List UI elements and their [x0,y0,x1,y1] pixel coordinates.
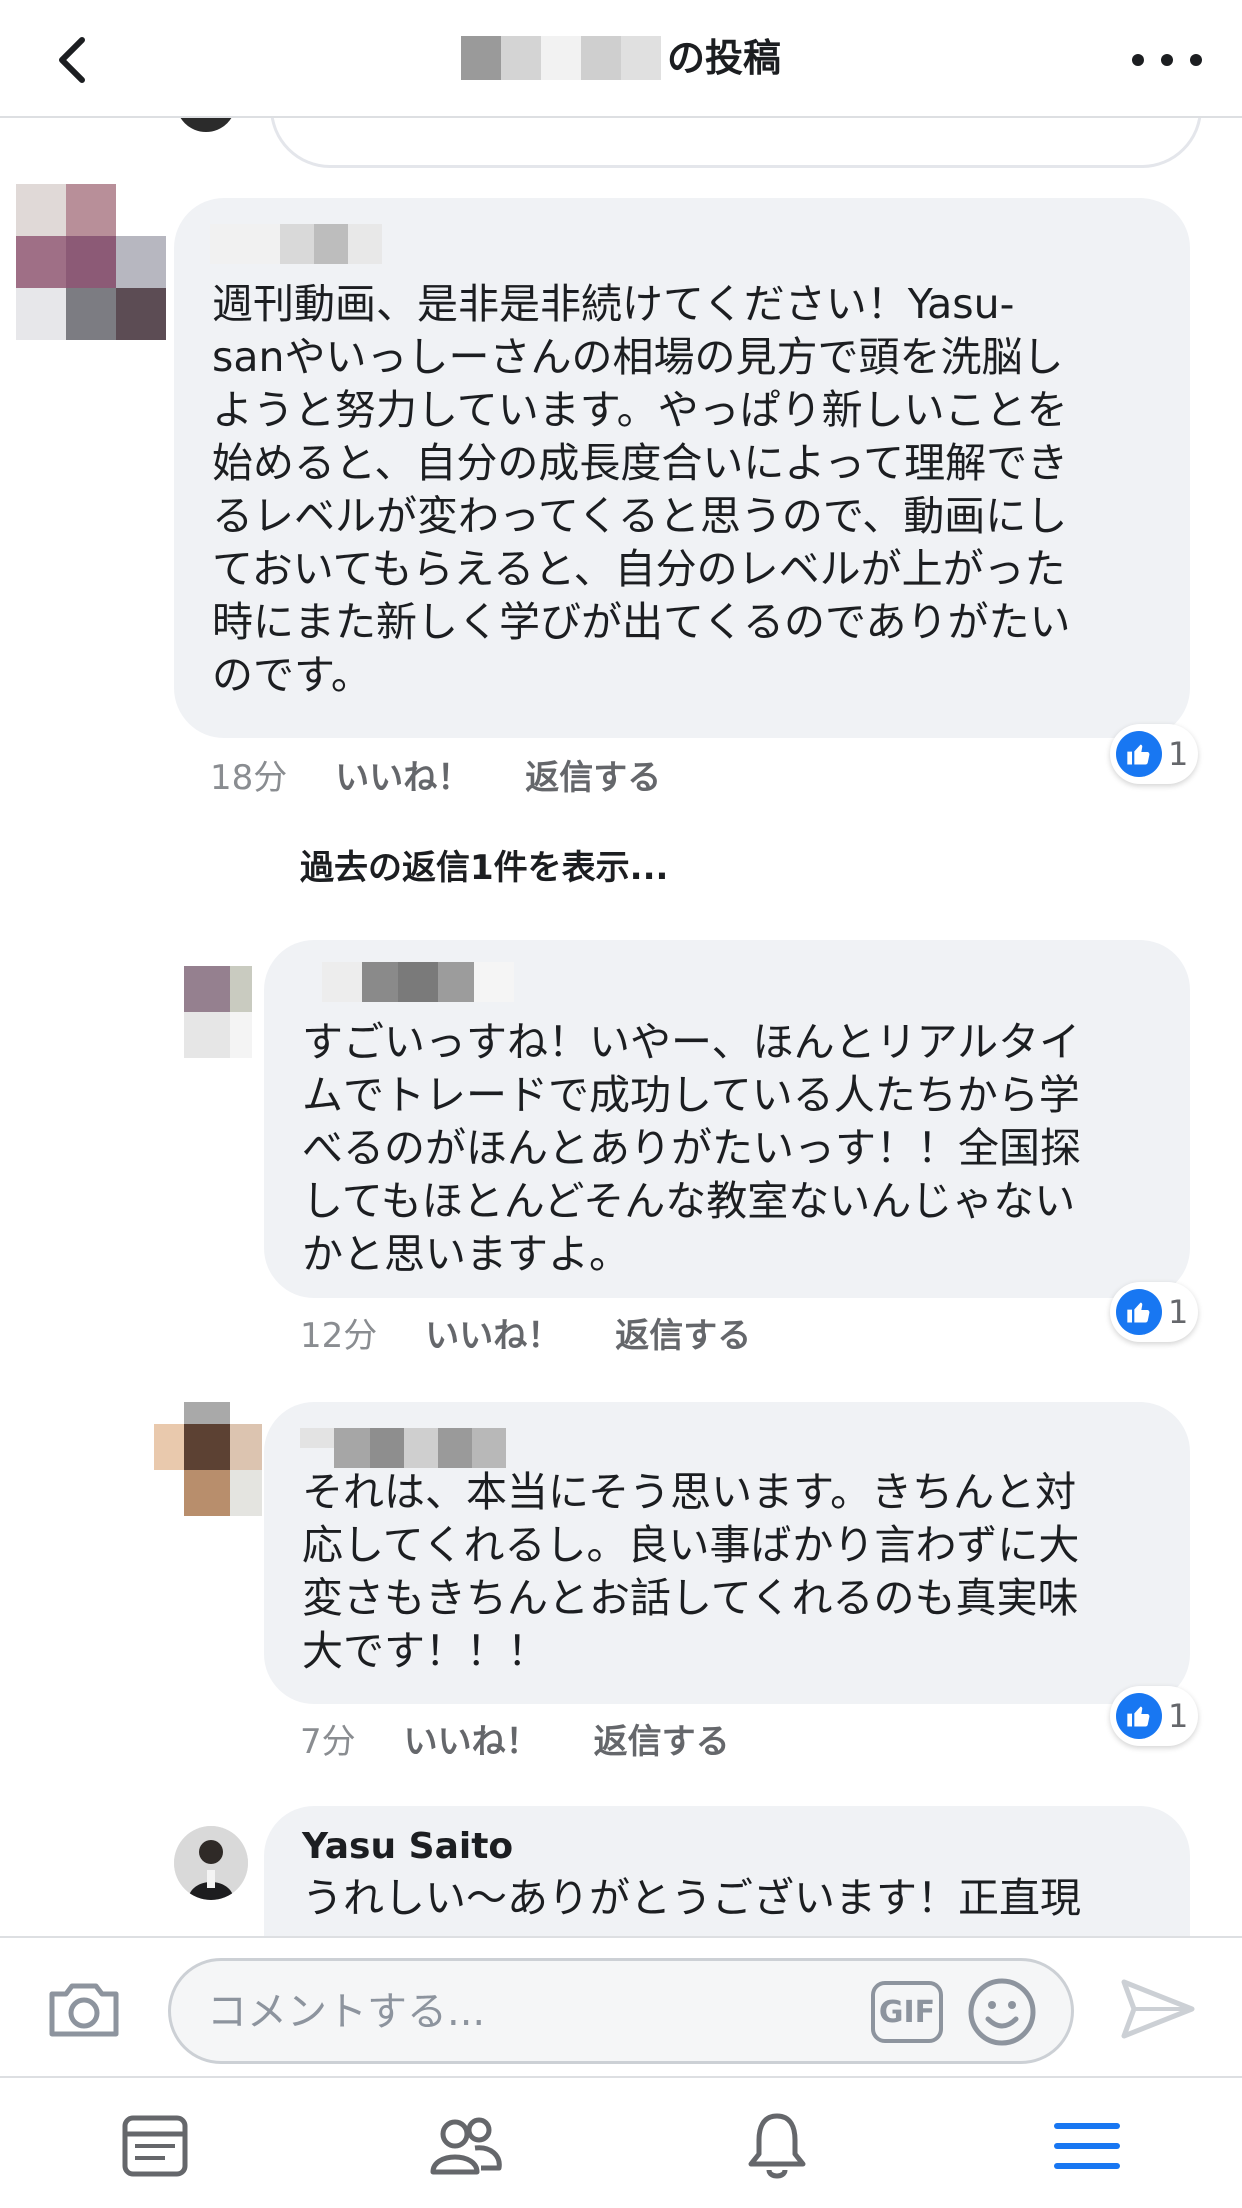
send-icon [1121,1979,1195,2039]
page-title: の投稿 [666,36,781,80]
more-options-button[interactable] [1132,40,1202,80]
comment-bubble[interactable]: すごいっすね！いやー、ほんとリアルタイ ムでトレードで成功している人たちから学 … [264,940,1190,1298]
avatar [176,118,236,132]
emoji-button[interactable] [967,1977,1037,2047]
comment-actions: 18分 いいね！ 返信する [210,750,661,799]
bottom-tab-bar [0,2076,1242,2208]
tab-news-feed[interactable] [110,2106,200,2186]
menu-icon [1054,2123,1120,2169]
comment-bubble[interactable]: Yasu Saito うれしい〜ありがとうございます！正直現 [264,1806,1190,1936]
friends-icon [430,2117,502,2175]
thumbs-up-icon [1116,1693,1162,1739]
thumbs-up-icon [1116,1289,1162,1335]
comment-input[interactable] [207,1979,887,2045]
comment-bubble[interactable]: 週刊動画、是非是非続けてください！Yasu- sanやいっしーさんの相場の見方で… [174,198,1190,738]
avatar[interactable] [154,1402,262,1534]
tab-friends[interactable] [420,2106,510,2186]
reply-link[interactable]: 返信する [525,750,661,799]
comment-input-container[interactable]: GIF [168,1958,1074,2064]
news-feed-icon [122,2115,188,2177]
pixelated-commenter-name [322,962,514,1002]
more-horizontal-icon [1132,54,1144,66]
tab-notifications[interactable] [732,2106,822,2186]
comment-time: 7分 [300,1722,356,1762]
send-button[interactable] [1118,1974,1198,2044]
comment-text: すごいっすね！いやー、ほんとリアルタイ ムでトレードで成功している人たちから学 … [302,1018,1081,1278]
reaction-count: 1 [1168,1293,1189,1331]
notifications-bell-icon [748,2113,806,2179]
comment-actions: 12分 いいね！ 返信する [300,1308,751,1357]
avatar[interactable] [16,184,166,340]
comment-text: それは、本当にそう思います。きちんと対 応してくれるし。良い事ばかり言わずに大 … [302,1468,1080,1675]
reaction-summary[interactable]: 1 [1110,1686,1199,1746]
tab-menu[interactable] [1042,2106,1132,2186]
comment-time: 12分 [300,1316,378,1356]
gif-button[interactable]: GIF [871,1981,943,2043]
reaction-summary[interactable]: 1 [1110,724,1199,784]
comment-actions: 7分 いいね！ 返信する [300,1714,730,1763]
reply-link[interactable]: 返信する [615,1308,751,1357]
avatar[interactable] [184,966,252,1058]
pixelated-author-name [460,36,661,80]
page-title-group: の投稿 [460,28,781,88]
comment-text: 週刊動画、是非是非続けてください！Yasu- sanやいっしーさんの相場の見方で… [212,280,1071,699]
smiley-icon [968,1978,1036,2046]
view-previous-replies-link[interactable]: 過去の返信1件を表示... [300,840,668,889]
like-link[interactable]: いいね！ [425,1308,561,1357]
reaction-count: 1 [1168,1697,1189,1735]
avatar[interactable] [174,1826,248,1900]
like-link[interactable]: いいね！ [335,750,471,799]
camera-button[interactable] [44,1974,124,2044]
comment-time: 18分 [210,758,288,798]
top-bar: の投稿 [0,0,1242,118]
like-link[interactable]: いいね！ [404,1714,540,1763]
comment-text: うれしい〜ありがとうございます！正直現 [302,1874,1081,1922]
pixelated-commenter-name [210,224,382,264]
reply-link[interactable]: 返信する [594,1714,730,1763]
comment-bubble[interactable]: それは、本当にそう思います。きちんと対 応してくれるし。良い事ばかり言わずに大 … [264,1402,1190,1704]
comment-composer: GIF [0,1936,1242,2076]
reaction-summary[interactable]: 1 [1110,1282,1199,1342]
previous-comment-bubble [270,118,1202,168]
comments-list[interactable]: 週刊動画、是非是非続けてください！Yasu- sanやいっしーさんの相場の見方で… [0,118,1242,1936]
camera-icon [49,1983,119,2037]
commenter-name[interactable]: Yasu Saito [302,1826,513,1867]
reaction-count: 1 [1168,735,1189,773]
pixelated-commenter-name [300,1428,506,1468]
thumbs-up-icon [1116,731,1162,777]
